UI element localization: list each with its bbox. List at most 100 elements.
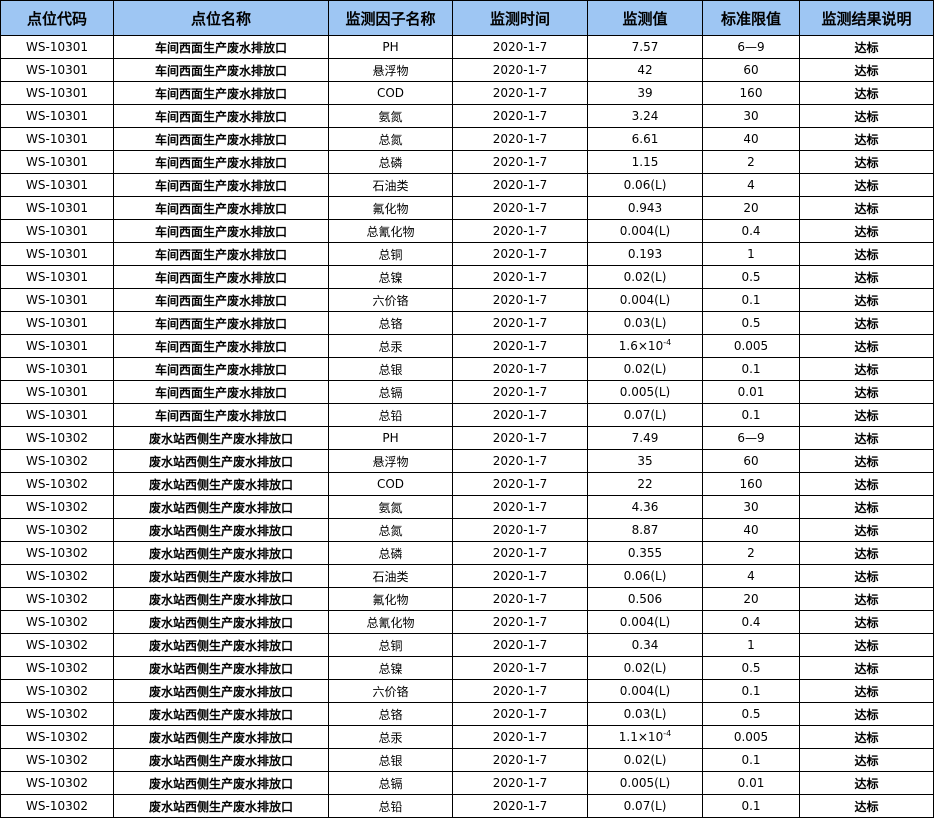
table-row: WS-10301 车间西面生产废水排放口 石油类 2020-1-7 0.06(L) 4 达标 [0,173,934,197]
cell-site-name: 车间西面生产废水排放口 [113,288,329,312]
cell-result: 达标 [799,472,934,496]
cell-site-name: 车间西面生产废水排放口 [113,127,329,151]
cell-standard-limit: 60 [702,449,800,473]
cell-result: 达标 [799,265,934,289]
monitoring-table: 点位代码 点位名称 监测因子名称 监测时间 监测值 标准限值 监测结果说明 WS… [0,0,934,818]
cell-monitor-time: 2020-1-7 [452,564,588,588]
cell-standard-limit: 0.1 [702,679,800,703]
cell-factor-name: 氨氮 [328,495,453,519]
cell-result: 达标 [799,518,934,542]
cell-site-name: 废水站西侧生产废水排放口 [113,610,329,634]
cell-site-code: WS-10301 [0,403,114,427]
cell-result: 达标 [799,541,934,565]
cell-monitor-time: 2020-1-7 [452,104,588,128]
cell-site-code: WS-10302 [0,725,114,749]
table-row: WS-10302 废水站西侧生产废水排放口 总镍 2020-1-7 0.02(L) 0.5… [0,656,934,680]
cell-monitor-time: 2020-1-7 [452,472,588,496]
cell-value: 0.02(L) [587,265,703,289]
table-row: WS-10302 废水站西侧生产废水排放口 氨氮 2020-1-7 4.36 30 达标 [0,495,934,519]
table-row: WS-10302 废水站西侧生产废水排放口 石油类 2020-1-7 0.06(L) 4 达… [0,564,934,588]
cell-value: 0.005(L) [587,771,703,795]
cell-value: 0.03(L) [587,702,703,726]
cell-monitor-time: 2020-1-7 [452,748,588,772]
cell-result: 达标 [799,679,934,703]
cell-site-code: WS-10302 [0,794,114,818]
cell-site-code: WS-10301 [0,242,114,266]
cell-site-name: 车间西面生产废水排放口 [113,357,329,381]
cell-standard-limit: 0.1 [702,357,800,381]
cell-site-code: WS-10302 [0,610,114,634]
cell-site-code: WS-10302 [0,587,114,611]
cell-site-code: WS-10302 [0,541,114,565]
cell-monitor-time: 2020-1-7 [452,587,588,611]
cell-value: 1.6×10-4 [587,334,703,358]
cell-site-code: WS-10301 [0,173,114,197]
cell-standard-limit: 0.4 [702,219,800,243]
cell-result: 达标 [799,495,934,519]
cell-factor-name: 氟化物 [328,587,453,611]
cell-standard-limit: 40 [702,127,800,151]
table-row: WS-10302 废水站西侧生产废水排放口 总氮 2020-1-7 8.87 40 达标 [0,518,934,542]
cell-site-code: WS-10302 [0,495,114,519]
cell-value: 0.34 [587,633,703,657]
cell-monitor-time: 2020-1-7 [452,794,588,818]
cell-result: 达标 [799,357,934,381]
table-row: WS-10301 车间西面生产废水排放口 总铬 2020-1-7 0.03(L) 0.5 达… [0,311,934,335]
cell-result: 达标 [799,610,934,634]
cell-site-code: WS-10302 [0,472,114,496]
cell-site-code: WS-10301 [0,334,114,358]
table-row: WS-10301 车间西面生产废水排放口 总镍 2020-1-7 0.02(L) 0.5 达… [0,265,934,289]
cell-result: 达标 [799,35,934,59]
cell-standard-limit: 6—9 [702,426,800,450]
cell-factor-name: 总铅 [328,403,453,427]
table-row: WS-10301 车间西面生产废水排放口 COD 2020-1-7 39 160 达标 [0,81,934,105]
cell-site-name: 废水站西侧生产废水排放口 [113,771,329,795]
table-row: WS-10302 废水站西侧生产废水排放口 总银 2020-1-7 0.02(L) 0.1… [0,748,934,772]
cell-factor-name: 总银 [328,748,453,772]
cell-site-code: WS-10301 [0,81,114,105]
table-row: WS-10301 车间西面生产废水排放口 PH 2020-1-7 7.57 6—9 达标 [0,35,934,59]
cell-monitor-time: 2020-1-7 [452,426,588,450]
cell-monitor-time: 2020-1-7 [452,242,588,266]
cell-monitor-time: 2020-1-7 [452,495,588,519]
cell-factor-name: 六价铬 [328,288,453,312]
cell-factor-name: 氟化物 [328,196,453,220]
cell-site-name: 废水站西侧生产废水排放口 [113,564,329,588]
cell-site-code: WS-10302 [0,633,114,657]
cell-site-code: WS-10301 [0,196,114,220]
cell-value: 3.24 [587,104,703,128]
cell-site-name: 车间西面生产废水排放口 [113,219,329,243]
cell-value: 42 [587,58,703,82]
cell-value: 0.193 [587,242,703,266]
cell-standard-limit: 160 [702,81,800,105]
cell-factor-name: 六价铬 [328,679,453,703]
cell-factor-name: 总磷 [328,541,453,565]
cell-monitor-time: 2020-1-7 [452,610,588,634]
cell-factor-name: 悬浮物 [328,58,453,82]
cell-value: 0.004(L) [587,610,703,634]
cell-result: 达标 [799,311,934,335]
cell-factor-name: 石油类 [328,564,453,588]
cell-standard-limit: 160 [702,472,800,496]
cell-factor-name: 石油类 [328,173,453,197]
cell-site-code: WS-10301 [0,127,114,151]
header-site-code: 点位代码 [0,0,114,36]
cell-site-code: WS-10302 [0,771,114,795]
cell-result: 达标 [799,196,934,220]
cell-value: 0.02(L) [587,656,703,680]
table-row: WS-10301 车间西面生产废水排放口 总铅 2020-1-7 0.07(L) 0.1 达… [0,403,934,427]
cell-site-name: 废水站西侧生产废水排放口 [113,702,329,726]
cell-value: 0.004(L) [587,679,703,703]
cell-monitor-time: 2020-1-7 [452,541,588,565]
cell-value: 0.07(L) [587,794,703,818]
table-row: WS-10301 车间西面生产废水排放口 氨氮 2020-1-7 3.24 30 达标 [0,104,934,128]
cell-site-name: 废水站西侧生产废水排放口 [113,449,329,473]
cell-value: 0.06(L) [587,564,703,588]
cell-monitor-time: 2020-1-7 [452,265,588,289]
cell-monitor-time: 2020-1-7 [452,127,588,151]
cell-standard-limit: 6—9 [702,35,800,59]
cell-monitor-time: 2020-1-7 [452,403,588,427]
table-row: WS-10301 车间西面生产废水排放口 总银 2020-1-7 0.02(L) 0.1 达… [0,357,934,381]
cell-monitor-time: 2020-1-7 [452,449,588,473]
cell-site-name: 废水站西侧生产废水排放口 [113,426,329,450]
